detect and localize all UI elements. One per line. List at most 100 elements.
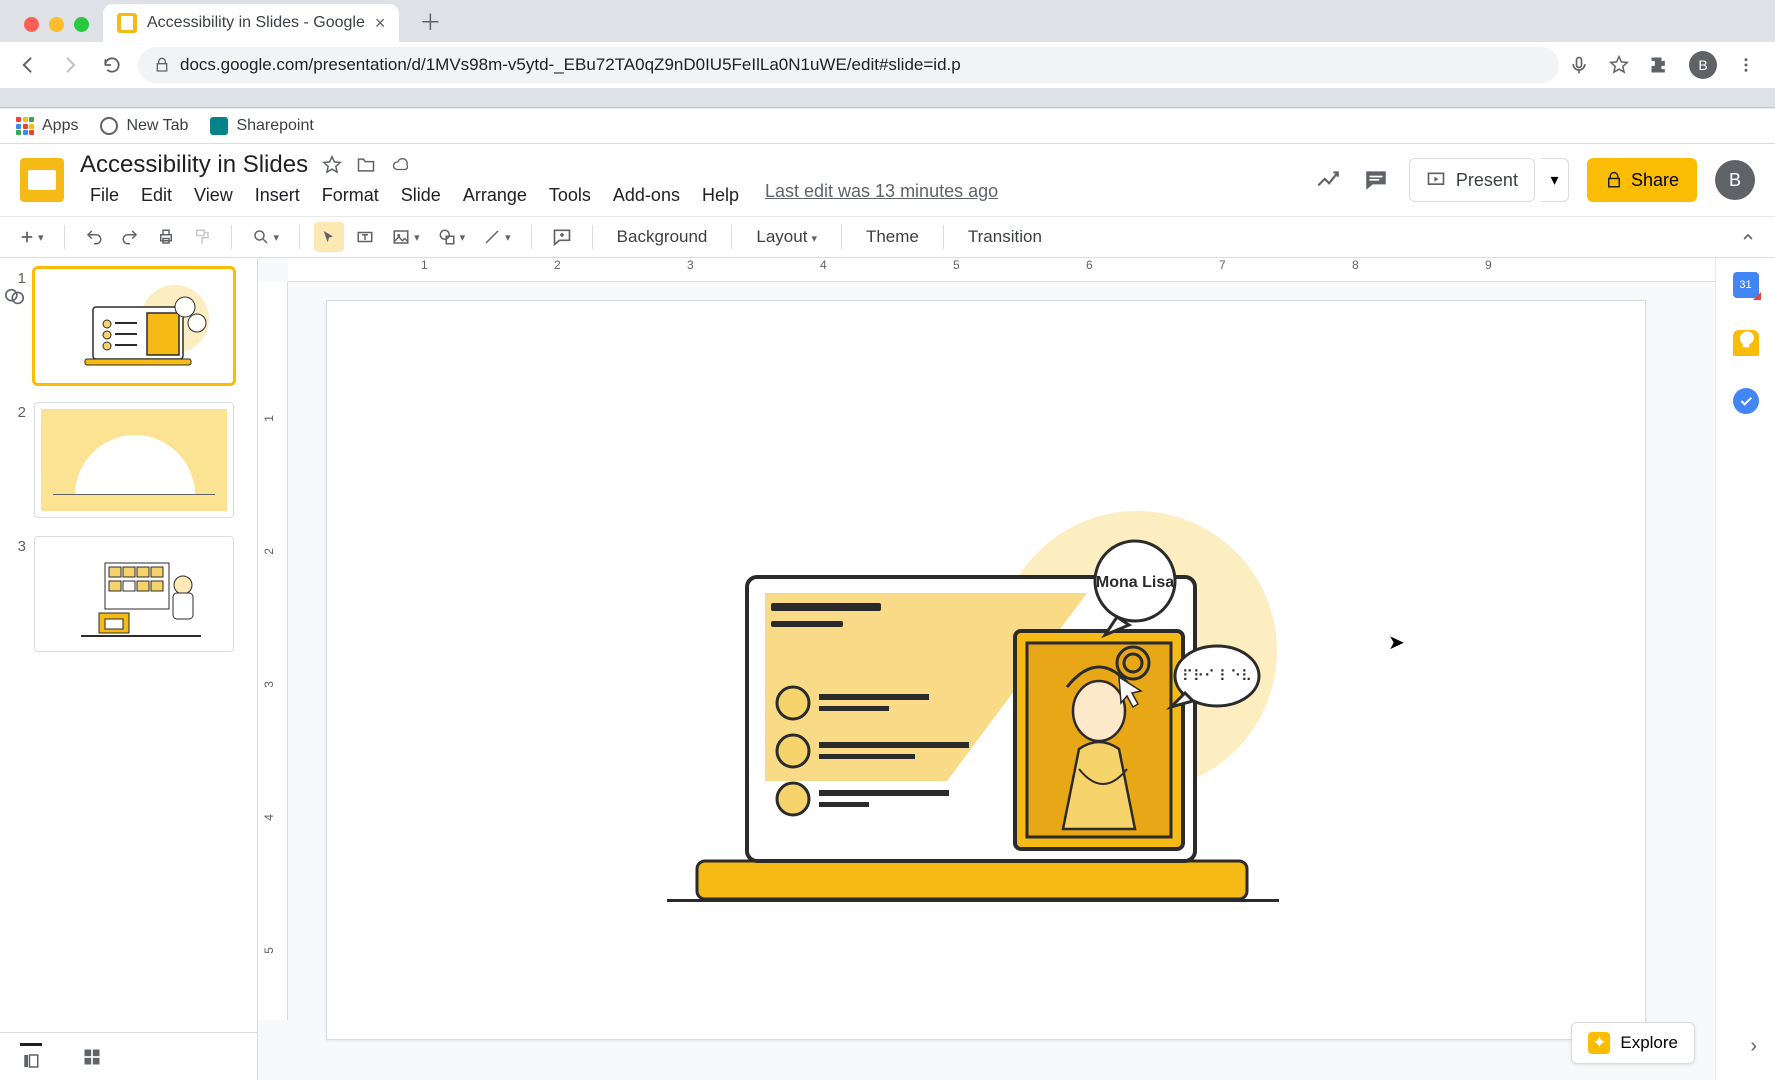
bookmarks-bar: Apps New Tab Sharepoint (0, 108, 1775, 144)
svg-text:⠏⠗⠊ ⠇⠑⠧: ⠏⠗⠊ ⠇⠑⠧ (1182, 668, 1252, 685)
last-edit-link[interactable]: Last edit was 13 minutes ago (765, 181, 998, 210)
textbox-tool[interactable] (350, 222, 380, 252)
speech-bubble-text: Mona Lisa (1096, 574, 1174, 591)
share-button[interactable]: Share (1587, 158, 1697, 202)
arrow-right-icon (60, 55, 80, 75)
slide-comment-indicator-icon[interactable] (4, 286, 26, 308)
vertical-ruler: 1 2 3 4 5 (258, 282, 288, 1020)
grid-view-icon[interactable] (82, 1047, 102, 1067)
background-button[interactable]: Background (607, 227, 718, 247)
browser-profile-badge[interactable]: B (1689, 51, 1717, 79)
transition-button[interactable]: Transition (958, 227, 1052, 247)
bookmark-apps[interactable]: Apps (16, 117, 78, 135)
filmstrip-view-icon[interactable] (20, 1043, 42, 1070)
side-panel-expand-icon[interactable]: › (1750, 1035, 1757, 1058)
menu-format[interactable]: Format (312, 181, 389, 210)
thumbnail-1[interactable] (34, 268, 234, 384)
address-bar: docs.google.com/presentation/d/1MVs98m-v… (0, 42, 1775, 88)
image-tool[interactable] (386, 222, 426, 252)
document-title[interactable]: Accessibility in Slides (80, 151, 308, 179)
line-tool[interactable] (477, 222, 517, 252)
toolbar: ▾ Background Layout Theme Transition (0, 216, 1775, 258)
workspace: 1 (0, 258, 1775, 1080)
new-slide-button[interactable]: ▾ (12, 222, 50, 252)
move-folder-icon[interactable] (356, 155, 376, 175)
thumb1-art (35, 269, 234, 384)
cloud-saved-icon[interactable] (390, 156, 412, 174)
comment-tool[interactable] (546, 222, 578, 252)
menu-file[interactable]: File (80, 181, 129, 210)
bookmark-star-icon[interactable] (1609, 55, 1629, 75)
redo-button[interactable] (115, 222, 145, 252)
tasks-addon-icon[interactable] (1733, 388, 1759, 414)
menu-bar: File Edit View Insert Format Slide Arran… (80, 181, 998, 210)
browser-tab[interactable]: Accessibility in Slides - Google × (103, 4, 399, 42)
slide-thumb-2[interactable]: 2 (10, 402, 247, 518)
tab-title: Accessibility in Slides - Google (147, 14, 365, 32)
apps-grid-icon (16, 117, 34, 135)
comments-icon[interactable] (1361, 165, 1391, 195)
shape-tool[interactable] (432, 222, 472, 252)
menu-arrange[interactable]: Arrange (453, 181, 537, 210)
sharepoint-icon (210, 117, 228, 135)
star-outline-icon[interactable] (322, 155, 342, 175)
fullscreen-window-button[interactable] (74, 17, 89, 32)
slides-logo-icon[interactable] (20, 158, 64, 202)
paint-format-button[interactable] (187, 222, 217, 252)
print-button[interactable] (151, 222, 181, 252)
google-slides-app: Accessibility in Slides File Edit View I… (0, 144, 1775, 1080)
menu-help[interactable]: Help (692, 181, 749, 210)
minimize-window-button[interactable] (49, 17, 64, 32)
menu-edit[interactable]: Edit (131, 181, 182, 210)
calendar-addon-icon[interactable]: 31 (1733, 272, 1759, 298)
slide-thumb-1[interactable]: 1 (10, 268, 247, 384)
slides-favicon-icon (117, 13, 137, 33)
filmstrip[interactable]: 1 (0, 258, 258, 1080)
slide-thumb-3[interactable]: 3 (10, 536, 247, 652)
extensions-icon[interactable] (1649, 55, 1669, 75)
keep-addon-icon[interactable] (1733, 330, 1759, 356)
thumbnail-2[interactable] (34, 402, 234, 518)
canvas-area: 1 2 3 4 5 6 7 8 9 1 2 3 4 5 (258, 258, 1715, 1080)
layout-button[interactable]: Layout (746, 227, 827, 247)
lock-icon (1605, 171, 1623, 189)
voice-search-icon[interactable] (1569, 55, 1589, 75)
slide-illustration: Mona Lisa ⠏⠗⠊ ⠇⠑⠧ (327, 301, 1647, 1041)
menu-addons[interactable]: Add-ons (603, 181, 690, 210)
globe-icon (100, 117, 118, 135)
menu-slide[interactable]: Slide (391, 181, 451, 210)
slide-canvas[interactable]: Mona Lisa ⠏⠗⠊ ⠇⠑⠧ (326, 300, 1646, 1040)
menu-insert[interactable]: Insert (245, 181, 310, 210)
window-controls (12, 17, 103, 42)
present-button[interactable]: Present (1409, 158, 1535, 202)
close-tab-icon[interactable]: × (375, 13, 386, 34)
url-input[interactable]: docs.google.com/presentation/d/1MVs98m-v… (138, 47, 1559, 83)
thumbnail-3[interactable] (34, 536, 234, 652)
collapse-toolbar-button[interactable] (1733, 222, 1763, 252)
bookmark-new-tab[interactable]: New Tab (100, 117, 188, 135)
present-dropdown[interactable]: ▾ (1541, 158, 1569, 202)
new-tab-button[interactable]: ＋ (413, 4, 447, 38)
address-actions: B (1569, 51, 1763, 79)
filmstrip-view-toggle (0, 1032, 258, 1080)
undo-button[interactable] (79, 222, 109, 252)
select-tool[interactable] (314, 222, 344, 252)
browser-chrome: Accessibility in Slides - Google × ＋ doc… (0, 0, 1775, 108)
thumb3-art (35, 537, 234, 652)
bookmark-sharepoint[interactable]: Sharepoint (210, 117, 313, 135)
activity-icon[interactable] (1313, 165, 1343, 195)
theme-button[interactable]: Theme (856, 227, 929, 247)
account-avatar[interactable]: B (1715, 160, 1755, 200)
browser-menu-icon[interactable] (1737, 56, 1755, 74)
back-button[interactable] (12, 49, 44, 81)
zoom-button[interactable] (246, 222, 286, 252)
reload-button[interactable] (96, 49, 128, 81)
forward-button[interactable] (54, 49, 86, 81)
explore-star-icon: ✦ (1588, 1032, 1610, 1054)
menu-tools[interactable]: Tools (539, 181, 601, 210)
url-text: docs.google.com/presentation/d/1MVs98m-v… (180, 55, 961, 75)
explore-button[interactable]: ✦ Explore (1571, 1022, 1695, 1064)
menu-view[interactable]: View (184, 181, 243, 210)
close-window-button[interactable] (24, 17, 39, 32)
side-panel: 31 (1715, 258, 1775, 1080)
